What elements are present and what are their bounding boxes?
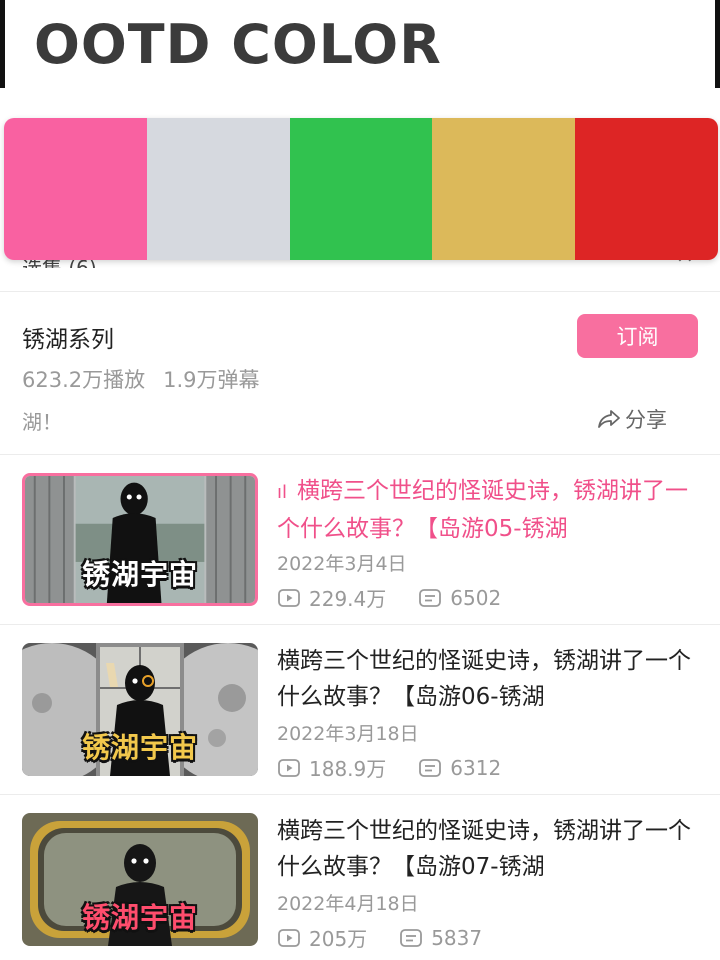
color-swatch: [289, 118, 433, 260]
color-swatch: [146, 118, 290, 260]
series-description: 湖！: [22, 410, 62, 434]
ootd-title: OOTD COLOR: [34, 13, 442, 76]
share-button[interactable]: 分享: [597, 404, 667, 434]
divider: [0, 794, 720, 795]
danmaku-count: 5837: [431, 925, 483, 950]
series-plays: 623.2万播放: [22, 368, 146, 392]
video-list-item[interactable]: 锈湖宇宙 ıl 横跨三个世纪的怪诞史诗，锈湖讲了一个什么故事？【岛游05-锈湖 2…: [0, 473, 720, 613]
share-icon: [598, 410, 620, 428]
video-stats: 205万 5837: [277, 923, 482, 952]
divider: [0, 454, 720, 455]
danmaku-icon: [419, 588, 442, 607]
play-count-icon: [278, 928, 300, 947]
frame-edge: [0, 0, 5, 88]
ootd-header: OOTD COLOR: [0, 0, 720, 88]
view-count: 229.4万: [309, 587, 387, 611]
color-swatch: [432, 118, 576, 260]
video-thumbnail[interactable]: 锈湖宇宙: [22, 473, 258, 606]
series-stats: 623.2万播放 1.9万弹幕: [22, 364, 260, 394]
video-list-item[interactable]: 锈湖宇宙 横跨三个世纪的怪诞史诗，锈湖讲了一个什么故事？【岛游07-锈湖 202…: [0, 813, 720, 953]
color-palette: [4, 118, 718, 260]
play-count-icon: [278, 758, 300, 777]
video-list-item[interactable]: 锈湖宇宙 横跨三个世纪的怪诞史诗，锈湖讲了一个什么故事？【岛游06-锈湖 202…: [0, 643, 720, 783]
video-stats: 188.9万 6312: [277, 753, 501, 782]
video-thumbnail[interactable]: 锈湖宇宙: [22, 813, 258, 946]
video-date: 2022年4月18日: [277, 893, 419, 915]
video-title[interactable]: ıl 横跨三个世纪的怪诞史诗，锈湖讲了一个什么故事？【岛游05-锈湖: [277, 473, 702, 545]
now-playing-icon: ıl: [277, 482, 288, 503]
frame-edge: [715, 0, 720, 88]
play-count-icon: [278, 588, 300, 607]
thumbnail-caption: 锈湖宇宙: [81, 901, 198, 934]
view-count: 188.9万: [309, 757, 387, 781]
series-title: 锈湖系列: [22, 327, 114, 353]
video-date: 2022年3月4日: [277, 553, 407, 575]
thumbnail-caption: 锈湖宇宙: [81, 558, 198, 591]
color-swatch: [575, 118, 718, 260]
color-swatch: [4, 118, 147, 260]
video-stats: 229.4万 6502: [277, 583, 501, 612]
divider: [0, 624, 720, 625]
divider: [0, 291, 720, 292]
video-title-text: 横跨三个世纪的怪诞史诗，锈湖讲了一个什么故事？【岛游05-锈湖: [277, 478, 689, 542]
series-danmaku: 1.9万弹幕: [163, 368, 260, 392]
share-label: 分享: [625, 408, 667, 432]
view-count: 205万: [309, 927, 368, 951]
video-title[interactable]: 横跨三个世纪的怪诞史诗，锈湖讲了一个什么故事？【岛游06-锈湖: [277, 643, 702, 715]
danmaku-icon: [419, 758, 442, 777]
video-date: 2022年3月18日: [277, 723, 419, 745]
subscribe-button[interactable]: 订阅: [577, 314, 698, 358]
video-thumbnail[interactable]: 锈湖宇宙: [22, 643, 258, 776]
danmaku-count: 6312: [450, 755, 502, 780]
video-title[interactable]: 横跨三个世纪的怪诞史诗，锈湖讲了一个什么故事？【岛游07-锈湖: [277, 813, 702, 885]
danmaku-icon: [400, 928, 423, 947]
danmaku-count: 6502: [450, 585, 502, 610]
thumbnail-caption: 锈湖宇宙: [81, 731, 198, 764]
